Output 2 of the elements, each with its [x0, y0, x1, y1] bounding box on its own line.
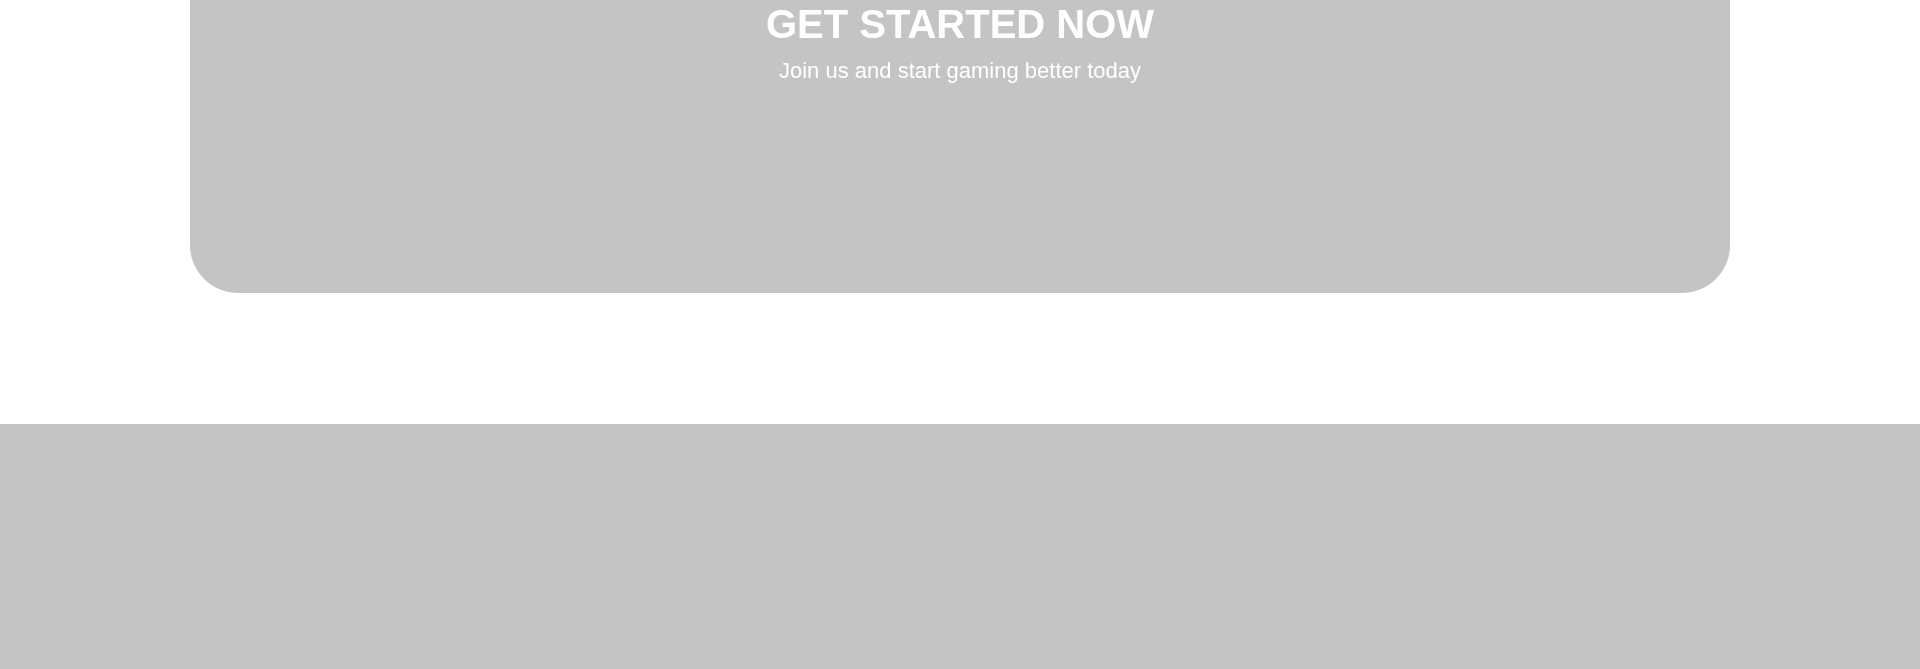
cta-subtitle: Join us and start gaming better today	[779, 57, 1141, 85]
cta-title: GET STARTED NOW	[765, 2, 1155, 46]
